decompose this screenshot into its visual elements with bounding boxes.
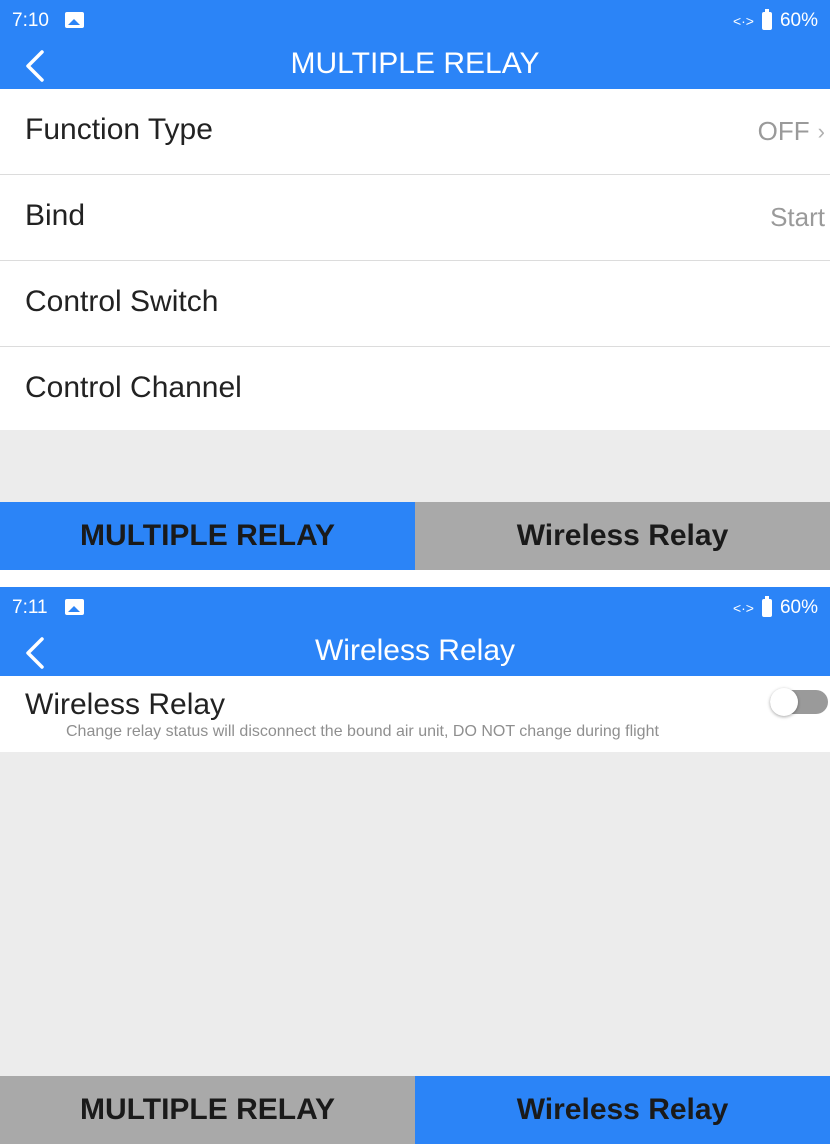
battery-icon xyxy=(761,9,772,30)
row-label: Control Channel xyxy=(25,371,242,404)
wireless-relay-setting: Wireless Relay Change relay status will … xyxy=(0,676,830,752)
status-indicators: <·> 60% xyxy=(732,596,818,619)
bind-start-button[interactable]: Start xyxy=(770,202,825,233)
row-label: Control Switch xyxy=(25,285,219,318)
empty-area xyxy=(0,430,830,502)
status-time: 7:11 xyxy=(12,597,48,618)
battery-percent: 60% xyxy=(779,10,818,31)
app-bar: 7:10 <·> 60% MULTIPLE RELAY xyxy=(0,0,830,89)
page-title: Wireless Relay xyxy=(314,634,516,667)
bottom-tab-bar: MULTIPLE RELAY Wireless Relay xyxy=(0,502,830,570)
battery-percent: 60% xyxy=(779,597,818,618)
row-label: Function Type xyxy=(25,113,213,146)
row-value: OFF › xyxy=(758,116,825,147)
page-title: MULTIPLE RELAY xyxy=(290,47,540,80)
status-time: 7:10 xyxy=(12,10,49,31)
toggle-knob xyxy=(770,688,798,716)
link-icon: <·> xyxy=(732,13,754,29)
multiple-relay-screen: 7:10 <·> 60% MULTIPLE RELAY Function Typ… xyxy=(0,0,830,570)
tab-multiple-relay[interactable]: MULTIPLE RELAY xyxy=(0,1076,415,1144)
tab-multiple-relay[interactable]: MULTIPLE RELAY xyxy=(0,502,415,570)
warning-note: Change relay status will disconnect the … xyxy=(66,723,659,740)
status-indicators: <·> 60% xyxy=(732,9,818,32)
bind-row[interactable]: Bind Start xyxy=(0,175,830,261)
image-icon xyxy=(65,599,84,615)
control-channel-row[interactable]: Control Channel xyxy=(0,347,830,433)
bottom-tab-bar: MULTIPLE RELAY Wireless Relay xyxy=(0,1076,830,1144)
function-type-row[interactable]: Function Type OFF › xyxy=(0,89,830,175)
wireless-relay-label: Wireless Relay xyxy=(25,688,226,721)
row-label: Bind xyxy=(25,199,86,232)
battery-icon xyxy=(761,596,772,617)
app-bar: 7:11 <·> 60% Wireless Relay xyxy=(0,587,830,676)
screenshot-divider xyxy=(0,570,830,587)
chevron-right-icon: › xyxy=(817,118,825,144)
wireless-relay-toggle[interactable] xyxy=(770,688,828,716)
function-type-value: OFF xyxy=(757,116,810,146)
image-icon xyxy=(65,12,84,28)
wireless-relay-screen: 7:11 <·> 60% Wireless Relay Wireless Rel… xyxy=(0,587,830,1144)
tab-wireless-relay[interactable]: Wireless Relay xyxy=(415,1076,830,1144)
link-icon: <·> xyxy=(732,600,754,616)
control-switch-row[interactable]: Control Switch xyxy=(0,261,830,347)
tab-wireless-relay[interactable]: Wireless Relay xyxy=(415,502,830,570)
